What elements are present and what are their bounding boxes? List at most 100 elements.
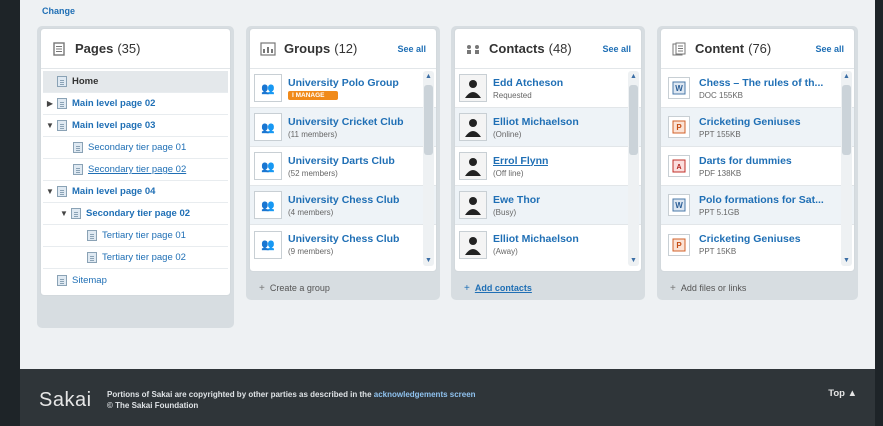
app-frame: Change Pages (35) Home ▶ Main level page… [20,0,875,426]
create-group-link[interactable]: Create a group [270,283,330,293]
add-contacts-link[interactable]: Add contacts [475,283,532,293]
scroll-thumb[interactable] [424,85,433,155]
group-title[interactable]: University Chess Club [288,194,399,206]
scroll-thumb[interactable] [842,85,851,155]
group-title[interactable]: University Chess Club [288,233,399,245]
contact-name[interactable]: Elliot Michaelson [493,116,579,128]
scroll-down-icon[interactable]: ▼ [628,255,639,266]
contact-item[interactable]: Edd Atcheson Requested [455,69,641,108]
collapse-arrow-icon[interactable]: ▼ [45,121,55,130]
tree-item-secondary-02[interactable]: Secondary tier page 02 [43,159,228,181]
tree-item-secondary-01[interactable]: Secondary tier page 01 [43,137,228,159]
scroll-up-icon[interactable]: ▲ [423,71,434,82]
person-avatar-icon [459,113,487,141]
groups-panel: Groups (12) See all 👥 University Polo Gr… [249,28,437,272]
page-icon [73,164,83,175]
content-title[interactable]: Cricketing Geniuses [699,116,801,128]
contact-item[interactable]: Ewe Thor (Busy) [455,186,641,225]
pages-count: (35) [117,41,141,56]
groups-scrollbar[interactable]: ▲ ▼ [423,71,434,266]
content-meta: PPT 155KB [699,129,741,139]
contact-item[interactable]: Elliot Michaelson (Online) [455,108,641,147]
tree-item-label: Home [72,76,99,87]
contact-item[interactable]: Errol Flynn (Off line) [455,147,641,186]
content-item[interactable]: W Chess – The rules of th... DOC 155KB [661,69,854,108]
tree-item-main-04[interactable]: ▼ Main level page 04 [43,181,228,203]
change-link[interactable]: Change [42,6,75,16]
tree-item-home[interactable]: Home [43,71,228,93]
tree-item-label: Main level page 03 [72,120,156,131]
group-item[interactable]: 👥 University Cricket Club (11 members) [250,108,436,147]
content-item[interactable]: P Cricketing Geniuses PPT 15KB [661,225,854,264]
contact-name[interactable]: Elliot Michaelson [493,233,579,245]
group-avatar-icon: 👥 [254,230,282,259]
group-item[interactable]: 👥 University Chess Club (9 members) [250,225,436,264]
group-title[interactable]: University Polo Group [288,77,399,89]
tree-item-label: Main level page 02 [72,98,156,109]
content-title[interactable]: Chess – The rules of th... [699,77,823,89]
page-icon [57,120,67,131]
content-item[interactable]: W Polo formations for Sat... PPT 5.1GB [661,186,854,225]
footer-line1: Portions of Sakai are copyrighted by oth… [107,390,372,399]
tree-item-label: Sitemap [72,274,107,286]
content-header: Content (76) See all [661,29,854,69]
scroll-up-icon[interactable]: ▲ [841,71,852,82]
scroll-up-icon[interactable]: ▲ [628,71,639,82]
tree-item-tertiary-01[interactable]: Tertiary tier page 01 [43,225,228,247]
contact-status: Requested [493,90,532,100]
tree-item-secondary-02b[interactable]: ▼ Secondary tier page 02 [43,203,228,225]
page-icon [57,98,67,109]
scroll-down-icon[interactable]: ▼ [423,255,434,266]
group-members: (4 members) [288,207,334,217]
content-count: (76) [748,41,772,56]
scroll-thumb[interactable] [629,85,638,155]
contacts-see-all-link[interactable]: See all [602,44,631,54]
content-see-all-link[interactable]: See all [815,44,844,54]
plus-icon: + [464,282,470,294]
groups-see-all-link[interactable]: See all [397,44,426,54]
footer-line2: © The Sakai Foundation [107,401,199,410]
contacts-footer[interactable]: + Add contacts [454,278,642,298]
sakai-logo[interactable]: Sakai [39,389,92,412]
tree-item-tertiary-02[interactable]: Tertiary tier page 02 [43,247,228,269]
person-avatar-icon [459,191,487,219]
content-footer[interactable]: + Add files or links [660,278,855,298]
group-item[interactable]: 👥 University Polo Group I MANAGE [250,69,436,108]
acknowledgements-link[interactable]: acknowledgements screen [374,390,476,399]
contact-name[interactable]: Ewe Thor [493,194,540,206]
ppt-file-icon: P [668,116,690,138]
content-item[interactable]: A Darts for dummies PDF 138KB [661,147,854,186]
group-title[interactable]: University Cricket Club [288,116,404,128]
tree-item-main-03[interactable]: ▼ Main level page 03 [43,115,228,137]
contacts-icon [465,41,481,57]
content-scrollbar[interactable]: ▲ ▼ [841,71,852,266]
group-item[interactable]: 👥 University Darts Club (52 members) [250,147,436,186]
content-title[interactable]: Darts for dummies [699,155,792,167]
page-icon [57,76,67,87]
content-item[interactable]: P Cricketing Geniuses PPT 155KB [661,108,854,147]
contact-status: (Busy) [493,207,517,217]
expand-arrow-icon[interactable]: ▶ [45,99,55,108]
contact-name[interactable]: Edd Atcheson [493,77,563,89]
scroll-down-icon[interactable]: ▼ [841,255,852,266]
content-meta: PDF 138KB [699,168,742,178]
collapse-arrow-icon[interactable]: ▼ [59,209,69,218]
tree-item-sitemap[interactable]: Sitemap [43,269,228,291]
group-title[interactable]: University Darts Club [288,155,395,167]
person-avatar-icon [459,74,487,102]
content-title[interactable]: Polo formations for Sat... [699,194,824,206]
site-footer: Sakai Portions of Sakai are copyrighted … [20,369,875,426]
groups-footer[interactable]: + Create a group [249,278,437,298]
add-files-link[interactable]: Add files or links [681,283,747,293]
contacts-scrollbar[interactable]: ▲ ▼ [628,71,639,266]
content-title[interactable]: Cricketing Geniuses [699,233,801,245]
contact-name[interactable]: Errol Flynn [493,155,548,167]
pages-tree: Home ▶ Main level page 02 ▼ Main level p… [41,69,230,293]
contact-item[interactable]: Elliot Michaelson (Away) [455,225,641,264]
tree-item-main-02[interactable]: ▶ Main level page 02 [43,93,228,115]
group-item[interactable]: 👥 University Chess Club (4 members) [250,186,436,225]
collapse-arrow-icon[interactable]: ▼ [45,187,55,196]
plus-icon: + [259,282,265,294]
back-to-top-link[interactable]: Top ▲ [828,388,857,399]
content-meta: PPT 5.1GB [699,207,740,217]
